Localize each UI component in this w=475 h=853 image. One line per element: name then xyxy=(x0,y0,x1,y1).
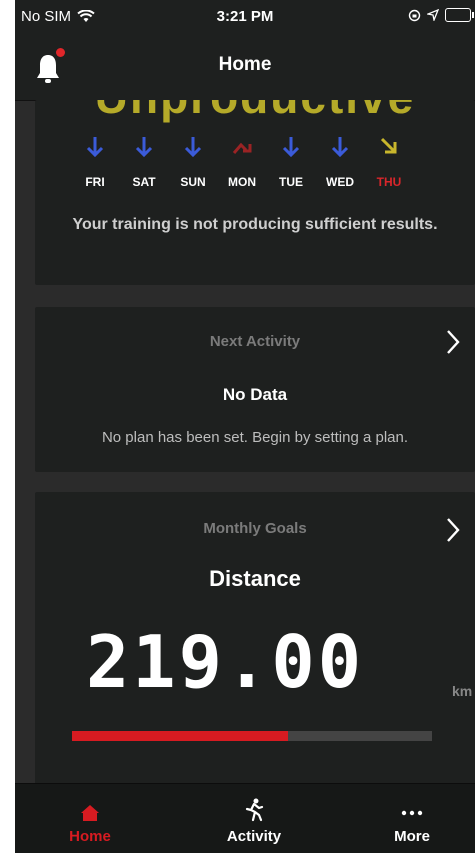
trend-arrow-icon xyxy=(271,135,311,163)
tab-home-label: Home xyxy=(69,828,111,845)
day-trend-thu: THU xyxy=(369,135,409,189)
location-icon xyxy=(427,9,439,21)
monthly-goals-heading: Monthly Goals xyxy=(203,520,307,537)
battery-icon xyxy=(445,8,474,22)
status-time: 3:21 PM xyxy=(216,8,274,25)
day-label: MON xyxy=(228,175,256,189)
page-title: Home xyxy=(218,54,272,75)
status-right xyxy=(408,8,474,22)
day-label: FRI xyxy=(85,175,105,189)
tab-activity[interactable]: Activity xyxy=(199,784,309,853)
chevron-right-icon[interactable] xyxy=(445,329,461,355)
day-label: THU xyxy=(376,175,402,189)
trend-arrow-icon xyxy=(320,135,360,163)
next-activity-heading: Next Activity xyxy=(209,333,301,350)
day-trend-wed: WED xyxy=(320,135,360,189)
training-status-label: Unproductive xyxy=(35,100,475,124)
day-trend-fri: FRI xyxy=(75,135,115,189)
day-trend-mon: MON xyxy=(222,135,262,189)
training-message: Your training is not producing sufficien… xyxy=(72,216,438,233)
day-label: SUN xyxy=(180,175,206,189)
runner-icon xyxy=(245,798,264,822)
trend-arrow-icon xyxy=(222,135,262,163)
status-bar: No SIM 3:21 PM xyxy=(15,0,475,34)
day-trend-sun: SUN xyxy=(173,135,213,189)
trend-arrow-icon xyxy=(369,135,409,163)
day-label: SAT xyxy=(132,175,156,189)
trend-arrow-icon xyxy=(173,135,213,163)
phone-screen: No SIM 3:21 PM Home FRI SAT SUN MON TUE … xyxy=(15,0,475,853)
next-activity-value: No Data xyxy=(222,385,288,404)
tab-more-label: More xyxy=(394,828,430,845)
navigation-bar: Home xyxy=(15,34,475,101)
tab-home[interactable]: Home xyxy=(35,784,145,853)
trend-arrow-icon xyxy=(124,135,164,163)
more-icon xyxy=(401,810,423,816)
next-activity-note: No plan has been set. Begin by setting a… xyxy=(101,429,409,446)
weekly-trend: FRI SAT SUN MON TUE WED THU xyxy=(75,135,405,195)
tab-bar: Home Activity More xyxy=(15,783,475,853)
goal-unit: km xyxy=(452,683,473,699)
chevron-right-icon[interactable] xyxy=(445,517,461,543)
home-icon xyxy=(81,805,99,821)
next-activity-card[interactable]: Next Activity No Data No plan has been s… xyxy=(35,307,475,472)
day-label: TUE xyxy=(279,175,303,189)
tab-activity-label: Activity xyxy=(226,828,282,845)
tab-more[interactable]: More xyxy=(357,784,467,853)
trend-arrow-icon xyxy=(75,135,115,163)
day-label: WED xyxy=(326,175,354,189)
day-trend-sat: SAT xyxy=(124,135,164,189)
goal-progress-bar xyxy=(72,731,432,741)
orientation-lock-icon xyxy=(408,9,421,21)
day-trend-tue: TUE xyxy=(271,135,311,189)
goal-metric: Distance xyxy=(209,566,301,591)
goal-progress-fill xyxy=(72,731,288,741)
goal-distance-value: 219.00 xyxy=(85,620,365,704)
